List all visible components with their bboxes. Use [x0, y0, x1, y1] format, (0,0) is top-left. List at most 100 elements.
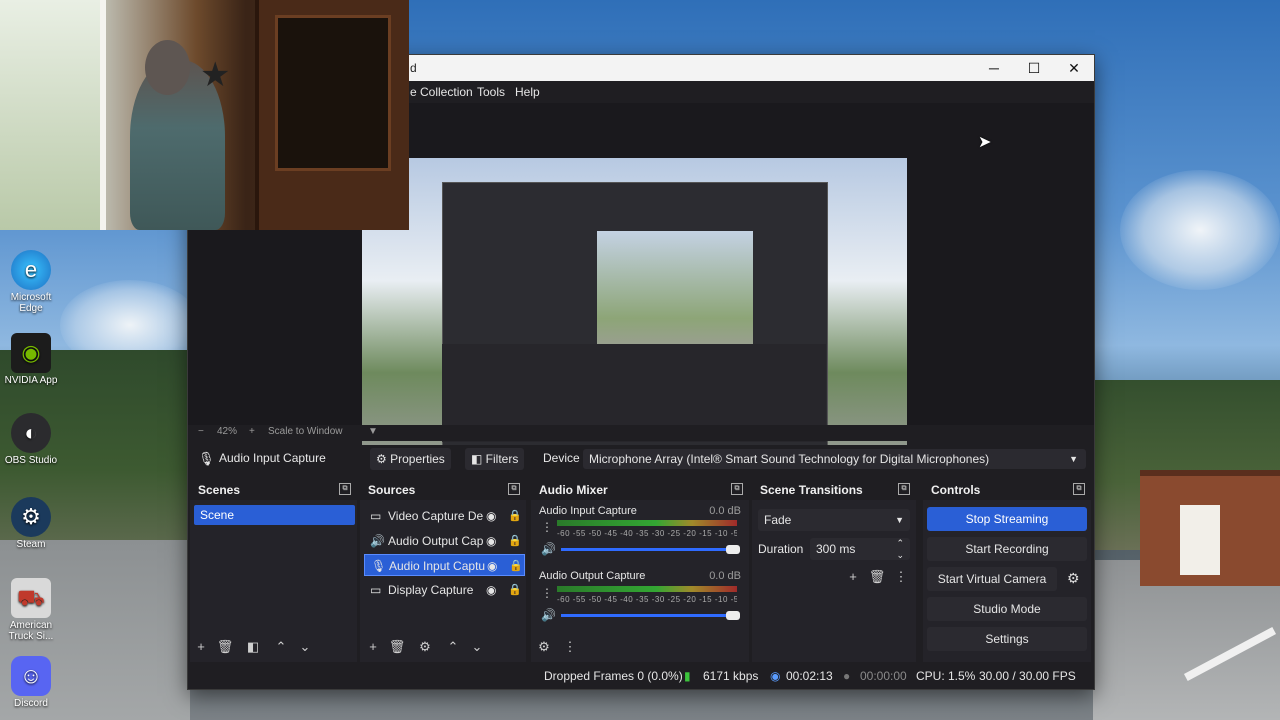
start-recording-button[interactable]: Start Recording: [927, 537, 1087, 561]
filters-label: Filters: [485, 452, 519, 466]
scenes-dock-title: Scenes ⧉: [190, 480, 357, 500]
mixer-dock-footer: ⚙ ⋮: [531, 634, 749, 662]
kebab-icon[interactable]: ⋮: [892, 568, 910, 586]
zoom-in-button[interactable]: +: [249, 426, 255, 437]
star-decoration-icon: ★: [200, 56, 231, 94]
duration-input[interactable]: 300 ms ⌃ ⌄: [810, 538, 910, 560]
mixer-channel-db: 0.0 dB: [709, 505, 741, 517]
camera-icon: ▭: [370, 509, 382, 523]
move-up-icon[interactable]: ⌃: [444, 638, 462, 656]
undock-icon[interactable]: ⧉: [508, 483, 520, 495]
desktop-icon-american-truck[interactable]: ⛟ American Truck Si...: [1, 578, 61, 642]
meter-scale: -60 -55 -50 -45 -40 -35 -30 -25 -20 -15 …: [557, 595, 737, 604]
desktop-icon-nvidia[interactable]: ◉ NVIDIA App: [1, 333, 61, 386]
settings-button[interactable]: Settings: [927, 627, 1087, 651]
minimize-button[interactable]: ─: [974, 55, 1014, 81]
source-item[interactable]: ▭ Display Capture ◉ 🔒: [364, 579, 525, 601]
microphone-icon: 🎙: [198, 451, 215, 466]
add-source-button[interactable]: +: [364, 638, 382, 656]
move-up-icon[interactable]: ⌃: [272, 638, 290, 656]
gear-icon: ⚙: [376, 452, 391, 466]
studio-mode-button[interactable]: Studio Mode: [927, 597, 1087, 621]
filters-button[interactable]: ◧ Filters: [465, 448, 525, 470]
advanced-audio-icon[interactable]: ⚙: [535, 638, 553, 656]
scene-item[interactable]: Scene: [194, 505, 355, 525]
filter-icon: ◧: [471, 452, 486, 466]
volume-slider-handle[interactable]: [726, 611, 740, 620]
sources-title: Sources: [368, 483, 416, 497]
bitrate: 6171 kbps: [703, 669, 759, 683]
eye-icon[interactable]: ◉: [487, 555, 497, 577]
mixer-channel-name: Audio Output Capture: [539, 570, 646, 582]
speaker-icon: 🔊: [370, 534, 385, 548]
audio-meter: [557, 520, 737, 526]
undock-icon[interactable]: ⧉: [1073, 483, 1085, 495]
mouse-cursor-icon: ➤: [978, 134, 992, 151]
trash-icon[interactable]: 🗑: [868, 568, 886, 586]
eye-icon[interactable]: ◉: [486, 505, 496, 527]
stop-streaming-button[interactable]: Stop Streaming: [927, 507, 1087, 531]
desktop-icon-label: NVIDIA App: [4, 375, 58, 386]
chevron-down-icon[interactable]: ▼: [368, 426, 378, 437]
source-label: Audio Output Cap: [388, 534, 484, 548]
add-transition-button[interactable]: +: [844, 568, 862, 586]
discord-icon: ☺: [11, 656, 51, 696]
eye-icon[interactable]: ◉: [486, 530, 496, 552]
trash-icon[interactable]: 🗑: [216, 638, 234, 656]
source-item-selected[interactable]: 🎙 Audio Input Captu ◉ 🔒: [364, 554, 525, 576]
device-select[interactable]: Microphone Array (Intel® Smart Sound Tec…: [583, 449, 1086, 469]
volume-slider-handle[interactable]: [726, 545, 740, 554]
desktop-icon-steam[interactable]: ⚙ Steam: [1, 497, 61, 550]
desktop-icon-discord[interactable]: ☺ Discord: [1, 656, 61, 709]
menu-tools[interactable]: Tools: [477, 85, 505, 99]
status-bar: Dropped Frames 0 (0.0%) ▮ 6171 kbps ◉ 00…: [188, 664, 1094, 688]
start-virtual-camera-button[interactable]: Start Virtual Camera: [927, 567, 1057, 591]
transition-select[interactable]: Fade ▼: [758, 509, 910, 531]
move-down-icon[interactable]: ⌄: [296, 638, 314, 656]
lock-icon[interactable]: 🔒: [509, 555, 523, 577]
eye-icon[interactable]: ◉: [486, 579, 496, 601]
move-down-icon[interactable]: ⌄: [468, 638, 486, 656]
kebab-icon[interactable]: ⋮: [561, 638, 579, 656]
menu-scene-collection[interactable]: e Collection: [410, 85, 473, 99]
lock-icon[interactable]: 🔒: [508, 505, 522, 527]
preview-canvas[interactable]: [362, 158, 907, 465]
edge-icon: e: [11, 250, 51, 290]
add-scene-button[interactable]: +: [192, 638, 210, 656]
gear-icon[interactable]: ⚙: [1067, 570, 1080, 587]
lock-icon[interactable]: 🔒: [508, 579, 522, 601]
desktop-icon-edge[interactable]: e Microsoft Edge: [1, 250, 61, 314]
gear-icon[interactable]: ⚙: [416, 638, 434, 656]
source-item[interactable]: ▭ Video Capture De ◉ 🔒: [364, 505, 525, 527]
audio-meter: [557, 586, 737, 592]
filter-icon[interactable]: ◧: [244, 638, 262, 656]
kebab-icon[interactable]: ⋮: [541, 586, 553, 600]
close-button[interactable]: ✕: [1054, 55, 1094, 81]
undock-icon[interactable]: ⧉: [898, 483, 910, 495]
volume-icon[interactable]: 🔊: [541, 608, 556, 622]
lock-icon[interactable]: 🔒: [508, 530, 522, 552]
undock-icon[interactable]: ⧉: [731, 483, 743, 495]
properties-button[interactable]: ⚙ Properties: [370, 448, 451, 470]
scale-mode[interactable]: Scale to Window: [268, 426, 342, 437]
stream-time: 00:02:13: [786, 669, 833, 683]
stepper-down-icon[interactable]: ⌄: [896, 544, 904, 566]
zoom-out-button[interactable]: −: [198, 426, 204, 437]
preview-zoom-bar: − 42% + Scale to Window ▼: [188, 425, 1094, 441]
volume-slider[interactable]: [561, 614, 733, 617]
maximize-button[interactable]: ☐: [1014, 55, 1054, 81]
volume-icon[interactable]: 🔊: [541, 542, 556, 556]
trash-icon[interactable]: 🗑: [388, 638, 406, 656]
scenes-dock: Scenes ⧉ Scene + 🗑 ◧ ⌃ ⌄: [190, 480, 357, 662]
menu-help[interactable]: Help: [515, 85, 540, 99]
device-label: Device: [543, 451, 580, 465]
undock-icon[interactable]: ⧉: [339, 483, 351, 495]
kebab-icon[interactable]: ⋮: [541, 520, 553, 534]
signal-icon: ▮: [684, 669, 691, 683]
controls-title: Controls ⧉: [923, 480, 1091, 500]
volume-slider[interactable]: [561, 548, 733, 551]
desktop-wallpaper-cloud: [1120, 170, 1280, 290]
source-item[interactable]: 🔊 Audio Output Cap ◉ 🔒: [364, 530, 525, 552]
scenes-dock-footer: + 🗑 ◧ ⌃ ⌄: [190, 634, 357, 662]
desktop-icon-obs[interactable]: ◐ OBS Studio: [1, 413, 61, 466]
